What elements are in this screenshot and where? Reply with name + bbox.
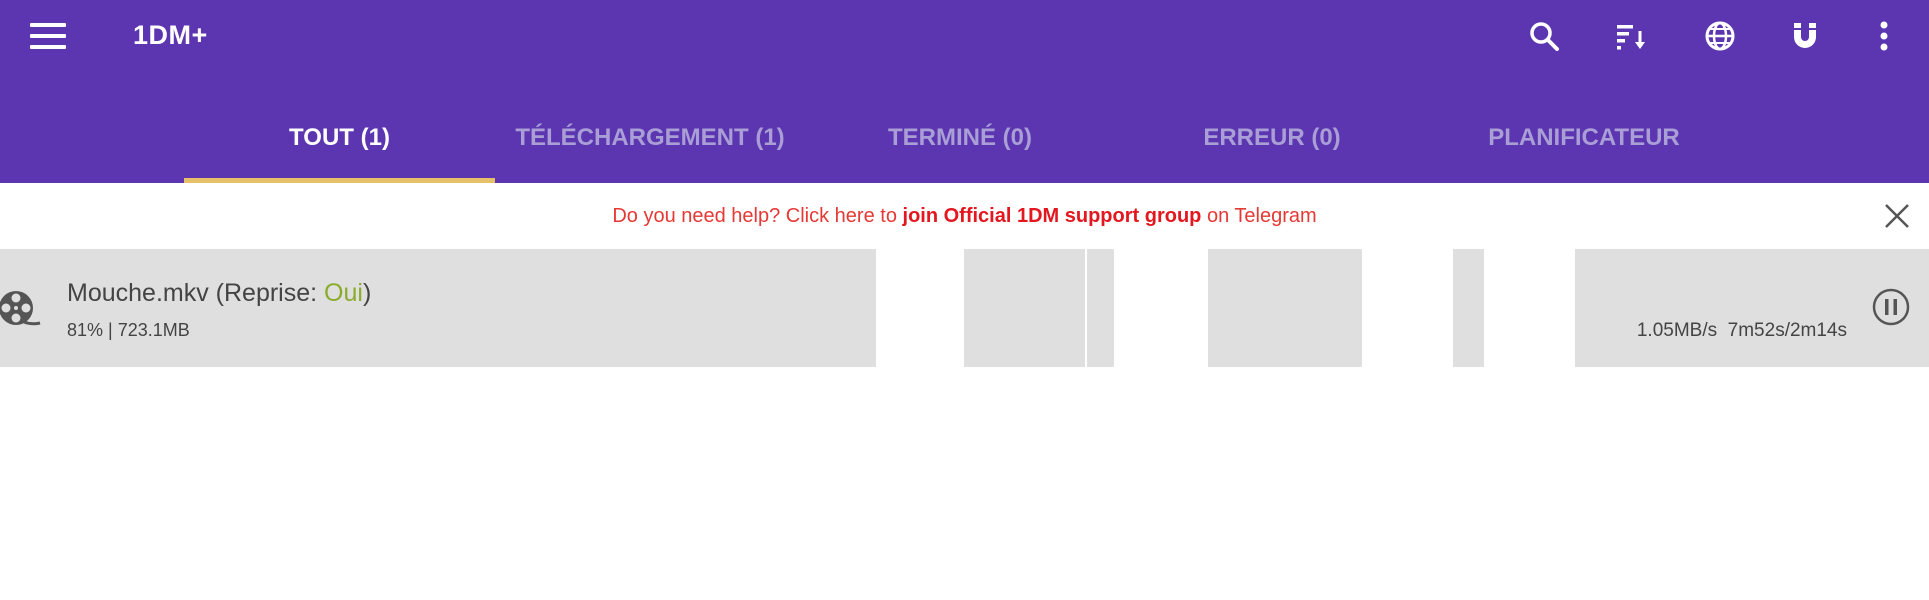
- tab-scheduler[interactable]: PLANIFICATEUR: [1429, 110, 1739, 183]
- file-progress-info: 81% | 723.1MB: [67, 320, 190, 340]
- search-icon[interactable]: [1522, 14, 1566, 58]
- download-speed-eta: 1.05MB/s 7m52s/2m14s: [1636, 320, 1847, 341]
- video-reel-icon: [0, 285, 42, 331]
- tab-error[interactable]: ERREUR (0): [1115, 110, 1429, 183]
- resume-close: ): [362, 279, 372, 307]
- more-vert-icon[interactable]: [1862, 14, 1906, 58]
- tab-completed[interactable]: TERMINÉ (0): [805, 110, 1115, 183]
- help-banner[interactable]: Do you need help? Click here to join Off…: [0, 183, 1929, 249]
- progress-segment: [1484, 249, 1575, 367]
- magnet-icon[interactable]: [1783, 14, 1827, 58]
- tab-all[interactable]: TOUT (1): [184, 110, 495, 183]
- progress-segment: [1114, 249, 1208, 367]
- toolbar: 1DM+: [0, 0, 1929, 72]
- file-name: Mouche.mkv (Reprise: Oui): [67, 279, 371, 308]
- sort-icon[interactable]: [1609, 14, 1653, 58]
- file-name-text: Mouche.mkv: [67, 279, 209, 307]
- app-bar: 1DM+ TOUT (1) TÉLÉCHARGEMENT (1) TERMINÉ…: [0, 0, 1929, 183]
- help-suffix: on Telegram: [1201, 204, 1317, 227]
- progress-segment: [1085, 249, 1087, 367]
- tab-bar: TOUT (1) TÉLÉCHARGEMENT (1) TERMINÉ (0) …: [0, 110, 1929, 183]
- tab-downloading[interactable]: TÉLÉCHARGEMENT (1): [495, 110, 805, 183]
- resume-value: Oui: [324, 279, 363, 307]
- resume-label: (Reprise:: [208, 279, 325, 307]
- globe-icon[interactable]: [1698, 14, 1742, 58]
- help-prefix: Do you need help? Click here to: [612, 204, 903, 227]
- help-link[interactable]: join Official 1DM support group: [903, 205, 1202, 228]
- progress-segment: [876, 249, 964, 367]
- menu-icon[interactable]: [30, 18, 74, 54]
- pause-icon[interactable]: [1871, 287, 1911, 327]
- app-title: 1DM+: [133, 20, 208, 50]
- close-icon[interactable]: [1881, 200, 1913, 232]
- download-item[interactable]: Mouche.mkv (Reprise: Oui) 81% | 723.1MB …: [0, 249, 1929, 367]
- progress-segment: [1362, 249, 1453, 367]
